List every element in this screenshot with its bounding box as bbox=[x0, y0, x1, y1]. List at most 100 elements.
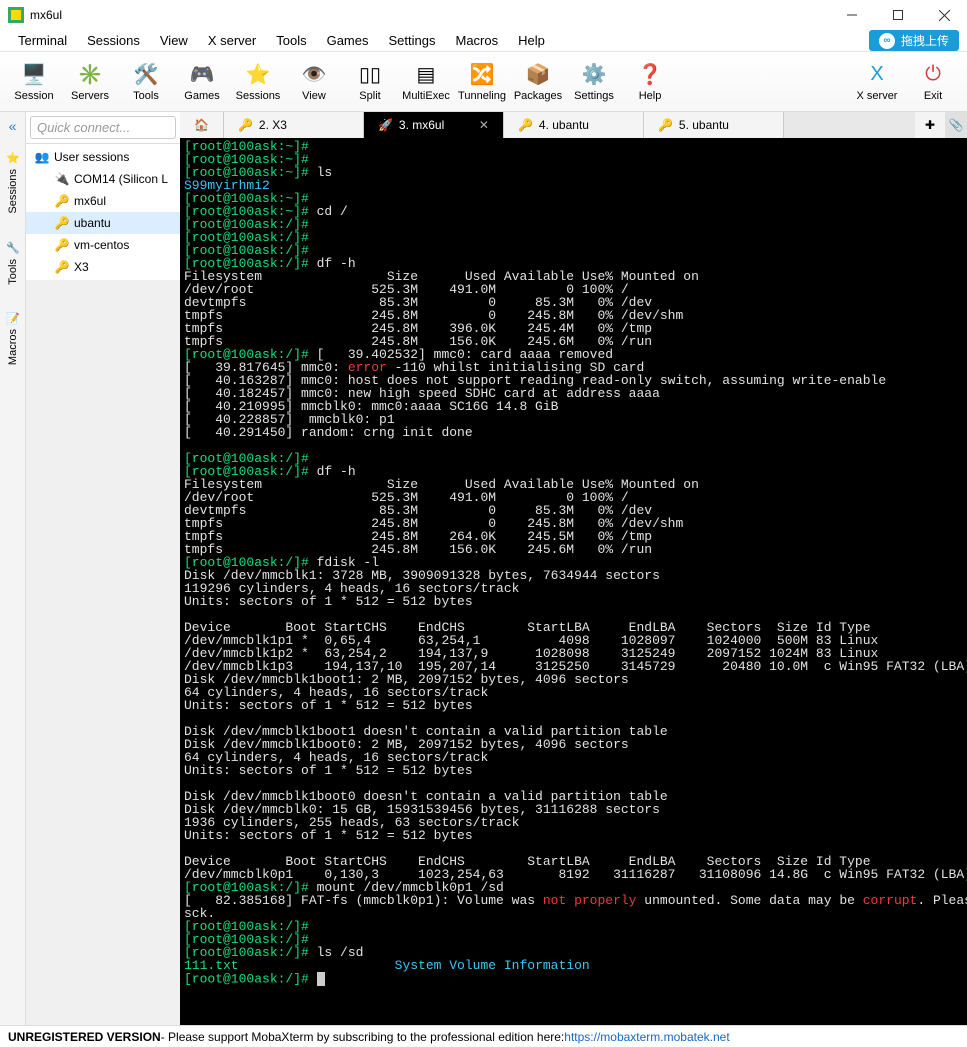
help-button-label: Help bbox=[639, 90, 662, 102]
tab-label: 4. ubantu bbox=[539, 118, 589, 132]
session-icon: 🔑 bbox=[54, 259, 70, 275]
toolbar: 🖥️ Session ✳️ Servers 🛠️ Tools 🎮 Games ⭐ Sessions… bbox=[0, 52, 967, 112]
rail-tab-sessions[interactable]: Sessions⭐ bbox=[4, 142, 22, 224]
help-button[interactable]: ❓ Help bbox=[622, 55, 678, 109]
multiexec-button-label: MultiExec bbox=[402, 90, 450, 102]
session-button-icon: 🖥️ bbox=[21, 62, 47, 88]
menu-terminal[interactable]: Terminal bbox=[8, 31, 77, 50]
packages-button-icon: 📦 bbox=[525, 62, 551, 88]
tools-button-icon: 🛠️ bbox=[133, 62, 159, 88]
upload-button[interactable]: ∞ 拖拽上传 bbox=[869, 30, 959, 51]
tab-icon: 🔑 bbox=[658, 118, 673, 132]
multiexec-button[interactable]: ▤ MultiExec bbox=[398, 55, 454, 109]
servers-button-label: Servers bbox=[71, 90, 109, 102]
menu-x-server[interactable]: X server bbox=[198, 31, 266, 50]
collapse-sidebar-button[interactable]: « bbox=[9, 118, 17, 134]
attachment-icon[interactable]: 📎 bbox=[945, 112, 967, 138]
split-button-icon: ▯▯ bbox=[357, 62, 383, 88]
exit-button[interactable]: ⏻Exit bbox=[905, 55, 961, 109]
tunneling-button-icon: 🔀 bbox=[469, 62, 495, 88]
sessions-button[interactable]: ⭐ Sessions bbox=[230, 55, 286, 109]
tools-button[interactable]: 🛠️ Tools bbox=[118, 55, 174, 109]
tree-item-x3[interactable]: 🔑X3 bbox=[26, 256, 180, 278]
tree-item-vm-centos[interactable]: 🔑vm-centos bbox=[26, 234, 180, 256]
status-text: - Please support MobaXterm by subscribin… bbox=[161, 1030, 565, 1044]
rail-tab-macros[interactable]: Macros📝 bbox=[4, 302, 22, 375]
split-button-label: Split bbox=[359, 90, 380, 102]
tab-4-ubantu[interactable]: 🔑 4. ubantu bbox=[504, 112, 644, 138]
app-icon bbox=[8, 7, 24, 23]
session-button-label: Session bbox=[14, 90, 53, 102]
session-tabs: 🏠🔑2. X3🚀3. mx6ul✕🔑4. ubantu🔑5. ubantu ✚ … bbox=[180, 112, 967, 138]
status-version: UNREGISTERED VERSION bbox=[8, 1030, 161, 1044]
maximize-button[interactable] bbox=[875, 0, 921, 30]
help-button-icon: ❓ bbox=[637, 62, 663, 88]
tab-label: 5. ubantu bbox=[679, 118, 729, 132]
menu-help[interactable]: Help bbox=[508, 31, 555, 50]
rail-tools-icon: 🔧 bbox=[6, 242, 20, 255]
rail-macros-icon: 📝 bbox=[6, 312, 20, 325]
tab-5-ubantu[interactable]: 🔑 5. ubantu bbox=[644, 112, 784, 138]
games-button[interactable]: 🎮 Games bbox=[174, 55, 230, 109]
tab-3-mx6ul[interactable]: 🚀 3. mx6ul ✕ bbox=[364, 112, 504, 138]
tab-icon: 🔑 bbox=[238, 118, 253, 132]
quick-connect-area: Quick connect... bbox=[26, 112, 180, 144]
menubar: TerminalSessionsViewX serverToolsGamesSe… bbox=[0, 30, 967, 52]
settings-button-label: Settings bbox=[574, 90, 614, 102]
session-icon: 🔑 bbox=[54, 237, 70, 253]
tunneling-button[interactable]: 🔀 Tunneling bbox=[454, 55, 510, 109]
sessions-tree: 👥User sessions🔌COM14 (Silicon L🔑mx6ul🔑ub… bbox=[26, 144, 180, 280]
multiexec-button-icon: ▤ bbox=[413, 62, 439, 88]
settings-button-icon: ⚙️ bbox=[581, 62, 607, 88]
close-button[interactable] bbox=[921, 0, 967, 30]
xserver-button-icon: X bbox=[864, 62, 890, 88]
menu-tools[interactable]: Tools bbox=[266, 31, 316, 50]
terminal-output[interactable]: [root@100ask:~]# [root@100ask:~]# [root@… bbox=[180, 138, 967, 1025]
tools-button-label: Tools bbox=[133, 90, 159, 102]
tree-item-com14-silicon-l[interactable]: 🔌COM14 (Silicon L bbox=[26, 168, 180, 190]
menu-settings[interactable]: Settings bbox=[379, 31, 446, 50]
view-button-icon: 👁️ bbox=[301, 62, 327, 88]
exit-button-icon: ⏻ bbox=[920, 62, 946, 88]
tunneling-button-label: Tunneling bbox=[458, 90, 506, 102]
menu-view[interactable]: View bbox=[150, 31, 198, 50]
sessions-button-label: Sessions bbox=[236, 90, 281, 102]
servers-button-icon: ✳️ bbox=[77, 62, 103, 88]
tab-close-icon[interactable]: ✕ bbox=[479, 118, 489, 132]
tab-home[interactable]: 🏠 bbox=[180, 112, 224, 138]
view-button-label: View bbox=[302, 90, 326, 102]
users-icon: 👥 bbox=[34, 149, 50, 165]
session-icon: 🔑 bbox=[54, 215, 70, 231]
xserver-button[interactable]: X X server bbox=[849, 55, 905, 109]
games-button-label: Games bbox=[184, 90, 219, 102]
menu-sessions[interactable]: Sessions bbox=[77, 31, 150, 50]
new-tab-button[interactable]: ✚ bbox=[915, 112, 945, 138]
session-icon: 🔑 bbox=[54, 193, 70, 209]
rail-sessions-icon: ⭐ bbox=[6, 152, 20, 165]
session-button[interactable]: 🖥️ Session bbox=[6, 55, 62, 109]
menu-macros[interactable]: Macros bbox=[445, 31, 508, 50]
minimize-button[interactable] bbox=[829, 0, 875, 30]
quick-connect-input[interactable]: Quick connect... bbox=[30, 116, 176, 139]
tab-icon: 🚀 bbox=[378, 118, 393, 132]
servers-button[interactable]: ✳️ Servers bbox=[62, 55, 118, 109]
view-button[interactable]: 👁️ View bbox=[286, 55, 342, 109]
rail-tab-tools[interactable]: Tools🔧 bbox=[4, 232, 22, 295]
settings-button[interactable]: ⚙️ Settings bbox=[566, 55, 622, 109]
packages-button[interactable]: 📦Packages bbox=[510, 55, 566, 109]
sessions-button-icon: ⭐ bbox=[245, 62, 271, 88]
tab-icon: 🔑 bbox=[518, 118, 533, 132]
statusbar: UNREGISTERED VERSION - Please support Mo… bbox=[0, 1025, 967, 1047]
xserver-button-label: X server bbox=[857, 90, 898, 102]
tree-item-mx6ul[interactable]: 🔑mx6ul bbox=[26, 190, 180, 212]
tab-icon: 🏠 bbox=[194, 118, 209, 132]
status-link[interactable]: https://mobaxterm.mobatek.net bbox=[564, 1030, 729, 1044]
games-button-icon: 🎮 bbox=[189, 62, 215, 88]
tab-label: 3. mx6ul bbox=[399, 118, 444, 132]
tree-item-ubantu[interactable]: 🔑ubantu bbox=[26, 212, 180, 234]
left-rail: « Sessions⭐ Tools🔧 Macros📝 bbox=[0, 112, 26, 1025]
split-button[interactable]: ▯▯ Split bbox=[342, 55, 398, 109]
menu-games[interactable]: Games bbox=[317, 31, 379, 50]
tab-2-x3[interactable]: 🔑2. X3 bbox=[224, 112, 364, 138]
tree-root-user-sessions[interactable]: 👥User sessions bbox=[26, 146, 180, 168]
